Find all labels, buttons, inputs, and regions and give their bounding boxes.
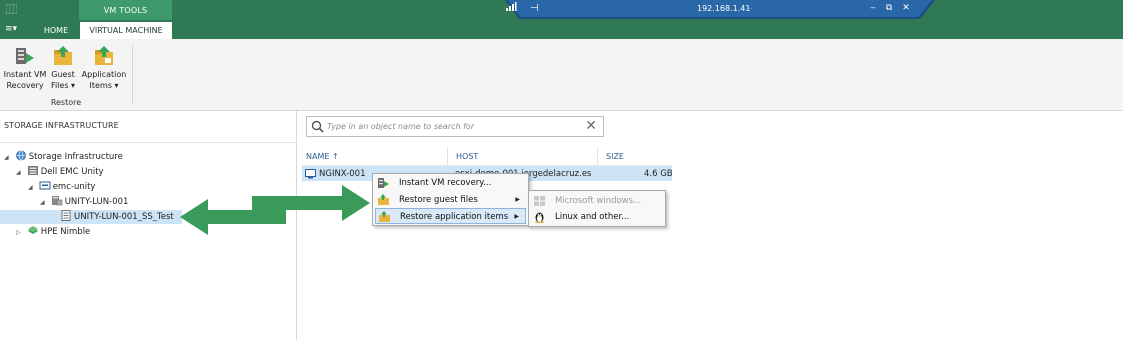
app-logo-icon: ⿲ — [6, 3, 17, 16]
connection-ip: 192.168.1.41 — [697, 4, 751, 13]
tree-item-dell-emc-unity[interactable]: ◢ Dell EMC Unity — [16, 165, 104, 179]
folder-restore-icon — [54, 46, 72, 65]
search-box[interactable]: Type in an object name to search for ✕ — [306, 116, 604, 137]
tree-label: UNITY-LUN-001 — [64, 197, 129, 207]
nimble-logo-icon — [27, 226, 38, 234]
linux-tux-icon — [535, 212, 544, 223]
submenu: Microsoft windows... Linux and other... — [528, 190, 666, 227]
menu-item-label: Microsoft windows... — [555, 196, 642, 206]
search-input[interactable]: Type in an object name to search for — [327, 122, 474, 131]
storage-array-icon — [27, 166, 38, 175]
instant-vm-label-2: Recovery — [6, 81, 44, 90]
collapse-arrow-icon[interactable]: ▷ — [16, 226, 24, 240]
tree-label: Storage Infrastructure — [28, 152, 123, 162]
submenu-arrow-icon: ▶ — [515, 196, 520, 203]
tree-item-emc-unity[interactable]: ◢ emc-unity — [28, 180, 95, 194]
context-menu: Instant VM recovery... Restore guest fil… — [372, 173, 529, 226]
storage-system-icon — [39, 181, 51, 190]
folder-restore-icon — [378, 194, 389, 205]
instant-recovery-icon — [378, 178, 389, 188]
menu-item-label: Restore application items — [400, 212, 509, 222]
guest-files-label-2: Files ▾ — [50, 81, 76, 90]
search-icon — [311, 120, 324, 133]
expand-arrow-icon[interactable]: ◢ — [40, 196, 48, 210]
menu-item-label: Restore guest files — [399, 195, 478, 205]
application-items-label-1: Application — [81, 70, 127, 79]
menu-item-instant-vm-recovery[interactable]: Instant VM recovery... — [375, 175, 526, 191]
column-header-host[interactable]: HOST — [456, 152, 478, 161]
expand-arrow-icon[interactable]: ◢ — [4, 151, 12, 165]
storage-globe-icon — [15, 150, 26, 161]
column-separator — [447, 148, 448, 165]
lun-icon — [51, 196, 63, 206]
tab-home[interactable]: HOME — [34, 22, 78, 39]
signal-icon — [506, 2, 517, 11]
tree-item-storage-infrastructure[interactable]: ◢ Storage Infrastructure — [4, 150, 123, 164]
instant-recovery-icon — [16, 48, 34, 64]
pin-icon[interactable]: ⊣ — [530, 3, 539, 14]
main-menu-button[interactable]: ≡▾ — [5, 24, 17, 34]
menu-item-restore-guest-files[interactable]: Restore guest files ▶ — [375, 192, 526, 208]
ribbon-group-separator — [132, 45, 133, 105]
instant-vm-recovery-button[interactable]: Instant VM Recovery — [3, 45, 47, 91]
column-header-size[interactable]: SIZE — [606, 152, 624, 161]
menu-item-microsoft-windows[interactable]: Microsoft windows... — [531, 193, 663, 209]
windows-icon — [534, 196, 545, 206]
column-header-name[interactable]: NAME ↑ — [306, 152, 339, 161]
tree-item-unity-lun-001[interactable]: ◢ UNITY-LUN-001 — [40, 195, 128, 209]
ribbon: Instant VM Recovery Guest Files ▾ Applic… — [0, 39, 1123, 111]
application-items-label-2: Items ▾ — [89, 81, 119, 90]
tree-label: emc-unity — [52, 182, 96, 192]
menu-item-label: Instant VM recovery... — [399, 178, 492, 188]
guest-files-button[interactable]: Guest Files ▾ — [48, 45, 78, 91]
close-button[interactable]: ✕ — [900, 3, 912, 13]
title-bar: ⿲ VM TOOLS ⊣ 192.168.1.41 ⋯ ‒ ⧉ ✕ — [0, 0, 1123, 20]
tab-virtual-machine[interactable]: VIRTUAL MACHINE — [80, 22, 172, 39]
ribbon-tabs: ≡▾ HOME VIRTUAL MACHINE — [0, 20, 1123, 39]
annotation-arrow-right — [252, 185, 370, 221]
clear-search-icon[interactable]: ✕ — [585, 118, 597, 134]
instant-vm-label-1: Instant VM — [3, 70, 47, 79]
menu-item-restore-application-items[interactable]: Restore application items ▶ — [375, 208, 526, 224]
submenu-arrow-icon: ▶ — [514, 213, 519, 220]
minimize-button[interactable]: ‒ — [867, 3, 879, 13]
menu-item-label: Linux and other... — [555, 212, 630, 222]
context-tab-vm-tools: VM TOOLS — [79, 0, 172, 20]
expand-arrow-icon[interactable]: ◢ — [28, 181, 36, 195]
tree-item-unity-lun-001-ss-test[interactable]: UNITY-LUN-001_SS_Test — [0, 210, 182, 224]
application-items-button[interactable]: Application Items ▾ — [80, 45, 128, 91]
tree-item-hpe-nimble[interactable]: ▷ HPE Nimble — [16, 225, 90, 239]
vm-icon — [305, 169, 316, 179]
connection-ghost-text: ⋯ — [745, 4, 753, 13]
menu-item-linux-and-other[interactable]: Linux and other... — [531, 209, 663, 225]
column-separator — [597, 148, 598, 165]
restore-button[interactable]: ⧉ — [883, 3, 895, 13]
tree-label: Dell EMC Unity — [40, 167, 104, 177]
expand-arrow-icon[interactable]: ◢ — [16, 166, 24, 180]
ribbon-group-restore: Restore — [50, 98, 82, 107]
cell-vm-name: NGINX-001 — [319, 169, 366, 179]
app-items-restore-icon — [379, 211, 390, 222]
app-items-restore-icon — [95, 46, 113, 65]
pane-header-divider — [0, 142, 297, 143]
pane-header: STORAGE INFRASTRUCTURE — [4, 121, 119, 130]
snapshot-icon — [61, 210, 71, 221]
tree-label: UNITY-LUN-001_SS_Test — [74, 212, 174, 222]
cell-size: 4.6 GB — [644, 169, 673, 179]
guest-files-label-1: Guest — [51, 70, 75, 79]
tree-label: HPE Nimble — [40, 227, 91, 237]
remote-connection-bar: ⊣ 192.168.1.41 ⋯ ‒ ⧉ ✕ — [505, 0, 935, 20]
